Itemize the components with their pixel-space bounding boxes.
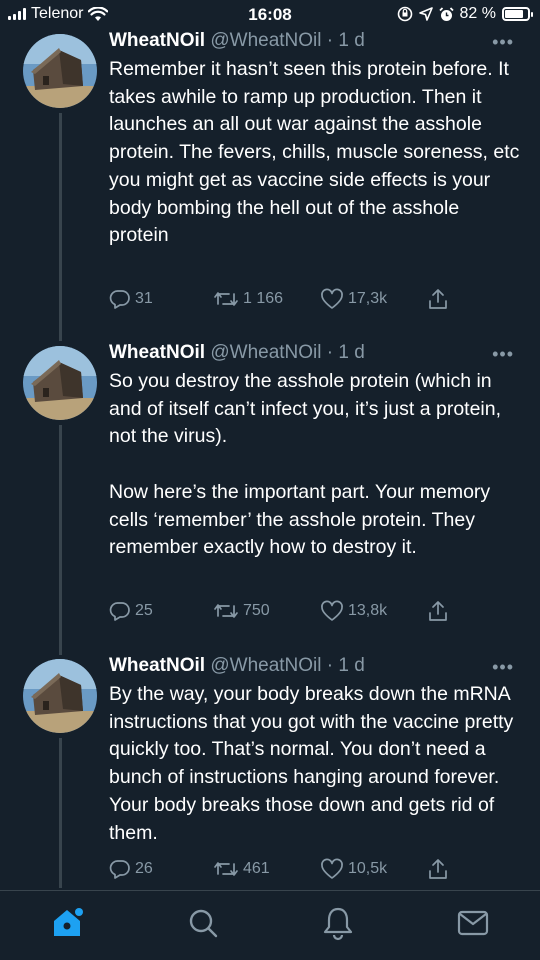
reply-icon [109,290,130,309]
messages-icon [457,910,489,936]
retweet-icon [214,604,238,618]
battery-icon [502,7,533,21]
reply-button[interactable]: 26 [109,858,153,880]
display-name[interactable]: WheatNOil [109,655,205,676]
status-right: 82 % [397,5,533,23]
tweet[interactable]: WheatNOil @WheatNOil · 1 d ••• Remember … [0,30,540,340]
tab-messages[interactable] [455,905,491,941]
retweet-icon [214,862,238,876]
like-button[interactable]: 13,8k [320,600,387,622]
tab-bar [0,890,540,960]
heart-icon [321,600,343,621]
share-button[interactable] [427,600,449,622]
retweet-button[interactable]: 1 166 [213,288,283,310]
more-options-icon[interactable]: ••• [492,344,514,365]
tab-home[interactable] [50,905,86,941]
retweet-count: 1 166 [243,290,284,307]
like-count: 17,3k [348,290,388,307]
orientation-lock-icon [397,6,412,22]
reply-button[interactable]: 25 [109,600,153,622]
reply-button[interactable]: 31 [109,288,153,310]
alarm-icon [438,6,454,21]
tab-notifications[interactable] [320,905,356,941]
search-icon [189,909,218,938]
tweet[interactable]: WheatNOil @WheatNOil · 1 d ••• So you de… [0,342,540,652]
avatar[interactable] [23,346,97,420]
retweet-icon [214,292,238,306]
separator-dot: · [326,655,334,676]
separator-dot: · [326,30,334,51]
separator-dot: · [326,342,334,363]
home-icon [54,908,83,936]
tab-search[interactable] [185,905,221,941]
battery-percent: 82 % [459,5,496,22]
tweet-actions: 31 1 166 17,3k [109,288,469,316]
like-button[interactable]: 10,5k [320,858,387,880]
share-button[interactable] [427,858,449,880]
tweet-actions: 25 750 13,8k [109,600,469,628]
like-count: 10,5k [348,860,388,877]
reply-count: 26 [135,860,153,877]
location-icon [418,7,433,21]
tweet-text: So you destroy the asshole protein (whic… [109,370,502,559]
avatar[interactable] [23,659,97,733]
share-icon [429,601,447,621]
more-options-icon[interactable]: ••• [492,657,514,678]
timestamp: 1 d [338,342,365,363]
handle[interactable]: @WheatNOil [210,655,321,676]
status-bar: Telenor 16:08 82 % [0,0,540,30]
reply-count: 25 [135,602,153,619]
handle[interactable]: @WheatNOil [210,30,321,51]
tweet-header: WheatNOil @WheatNOil · 1 d [109,30,520,56]
retweet-count: 461 [243,860,270,877]
like-button[interactable]: 17,3k [320,288,387,310]
notifications-icon [323,907,353,941]
display-name[interactable]: WheatNOil [109,30,205,51]
reply-icon [109,860,130,879]
display-name[interactable]: WheatNOil [109,342,205,363]
share-button[interactable] [427,288,449,310]
heart-icon [321,288,343,309]
retweet-button[interactable]: 461 [213,858,270,880]
tweet-header: WheatNOil @WheatNOil · 1 d [109,342,520,368]
timestamp: 1 d [338,655,365,676]
share-icon [429,859,447,879]
avatar[interactable] [23,34,97,108]
retweet-count: 750 [243,602,270,619]
more-options-icon[interactable]: ••• [492,32,514,53]
tweet-actions: 26 461 10,5k [109,858,469,886]
tweet-text: Remember it hasn’t seen this protein bef… [109,58,525,247]
timestamp: 1 d [338,30,365,51]
tweet[interactable]: WheatNOil @WheatNOil · 1 d ••• By the wa… [0,655,540,895]
like-count: 13,8k [348,602,388,619]
share-icon [429,289,447,309]
reply-count: 31 [135,290,153,307]
tweet-header: WheatNOil @WheatNOil · 1 d [109,655,520,681]
retweet-button[interactable]: 750 [213,600,270,622]
heart-icon [321,858,343,879]
reply-icon [109,602,130,621]
handle[interactable]: @WheatNOil [210,342,321,363]
tweet-text: By the way, your body breaks down the mR… [109,683,519,844]
